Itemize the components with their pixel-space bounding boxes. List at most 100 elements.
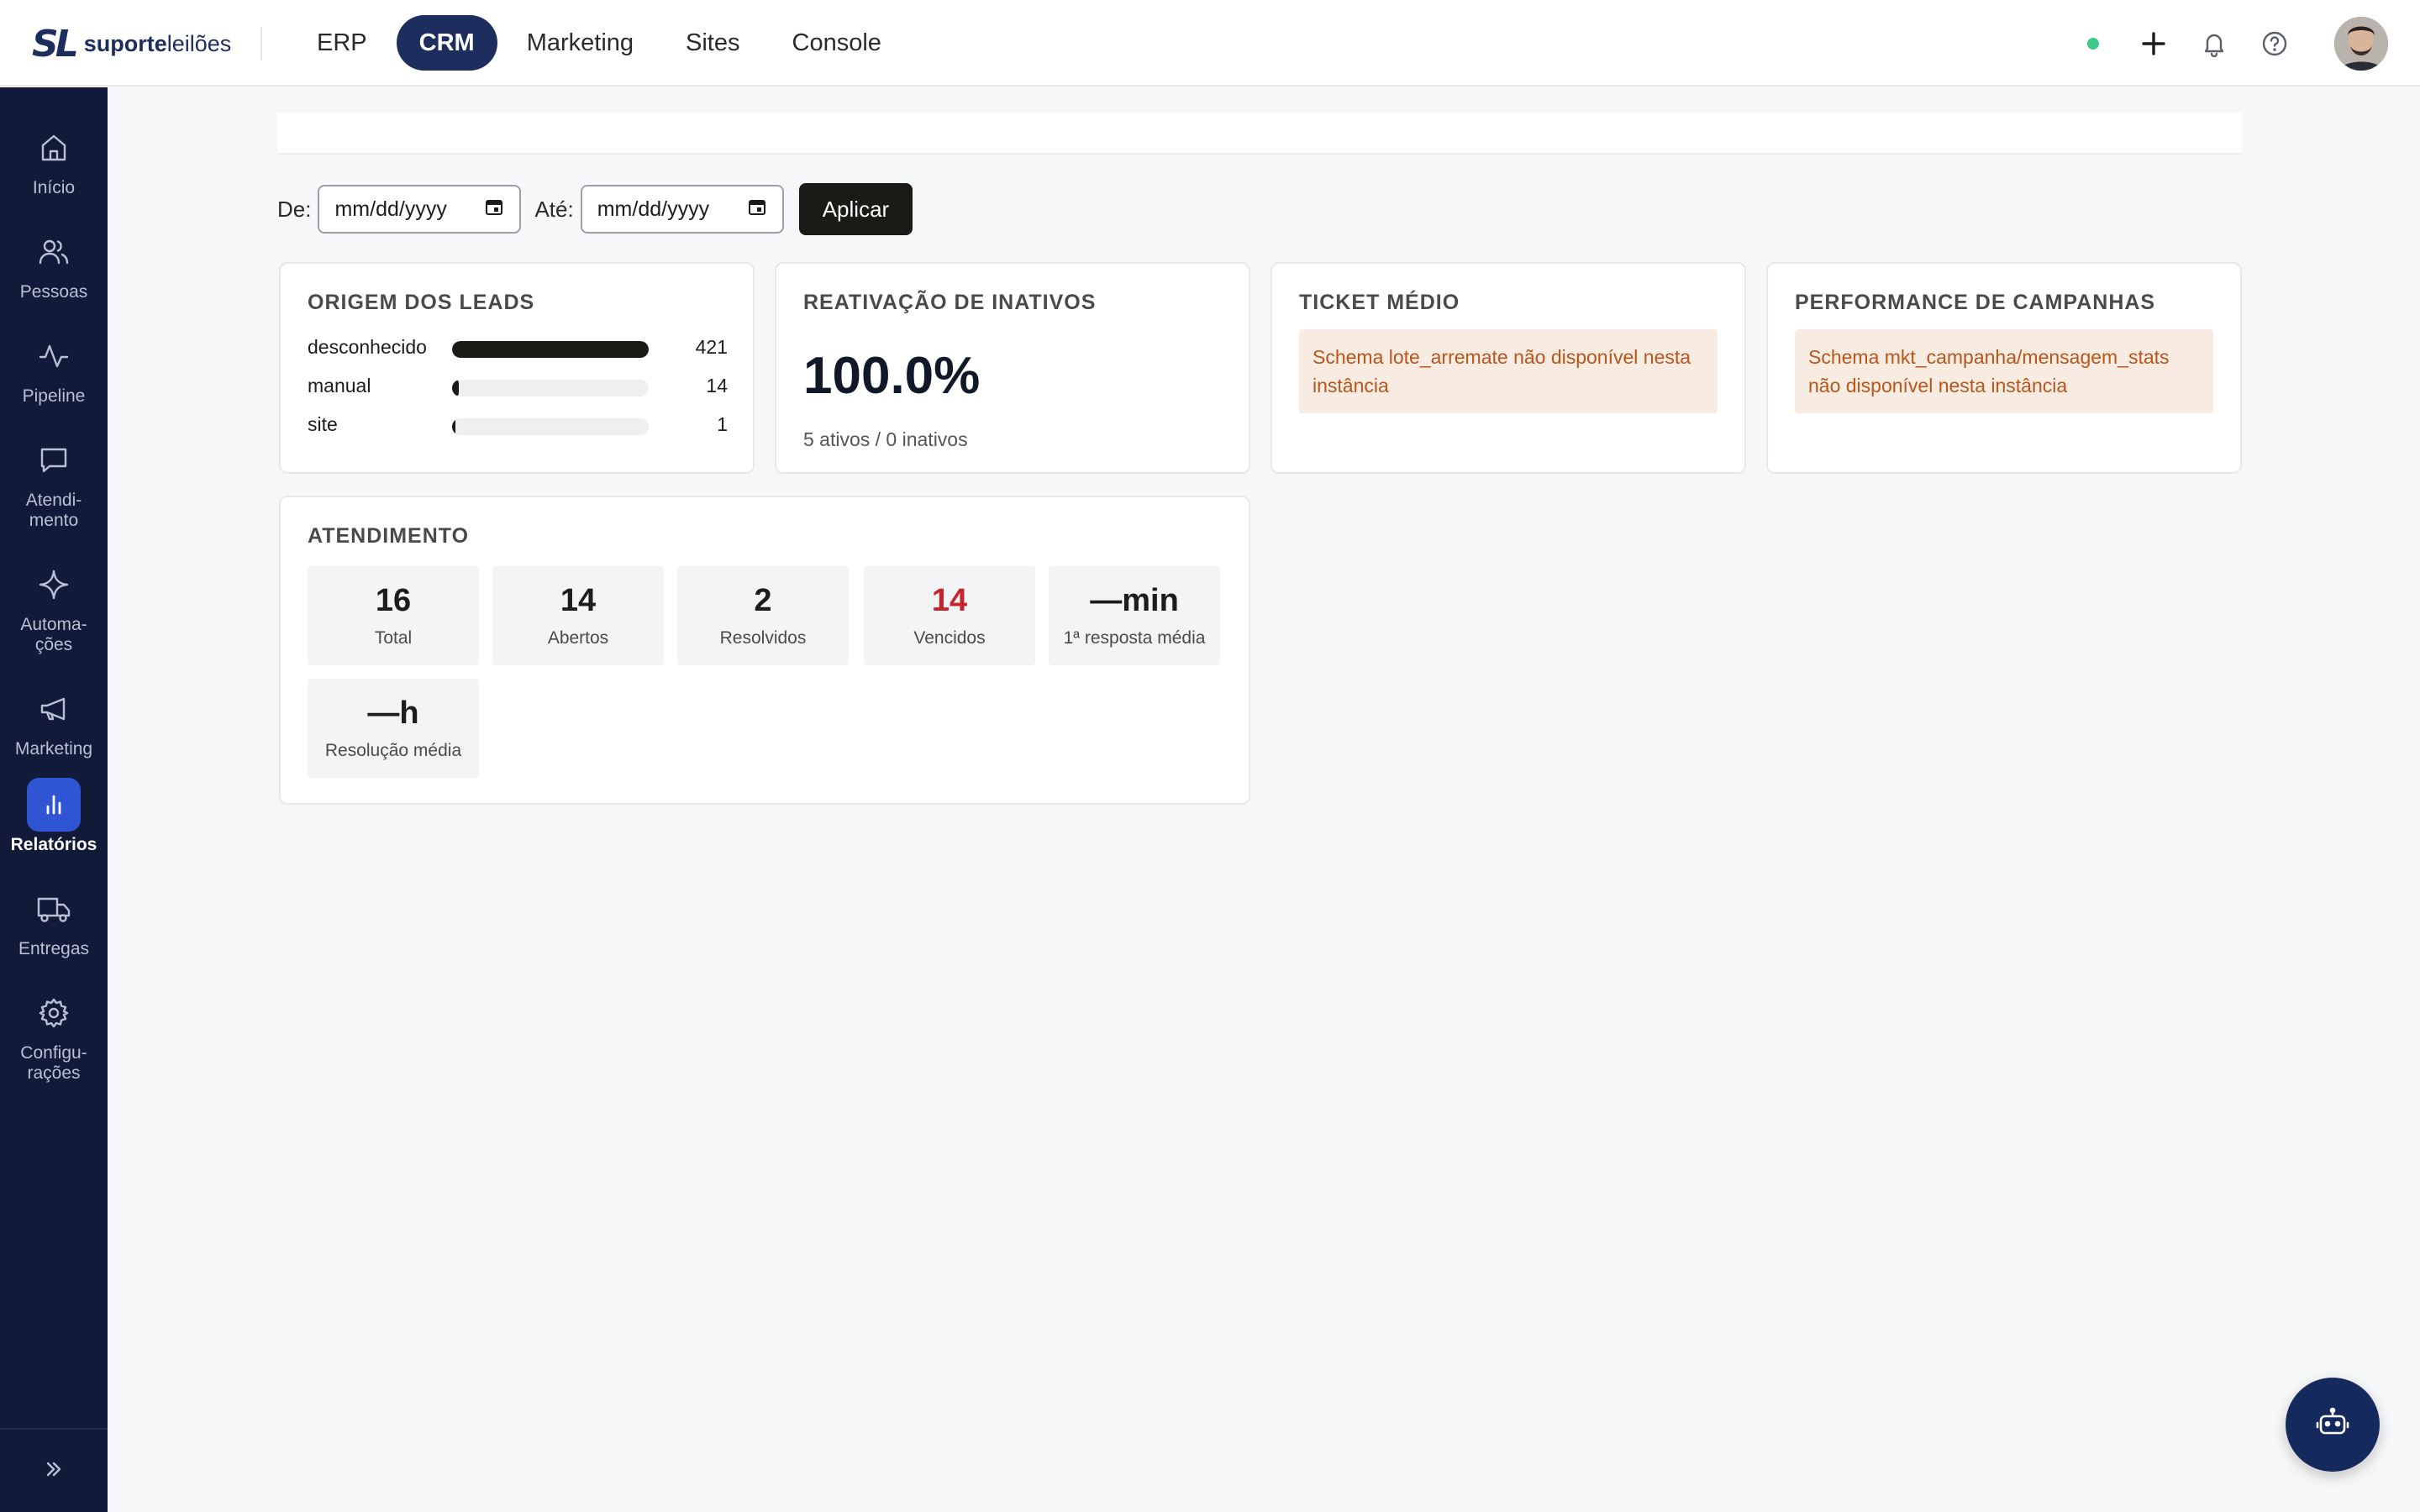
stat-label: Resolução média — [324, 741, 462, 760]
lead-bar-fill — [452, 380, 459, 396]
message-icon — [27, 433, 81, 487]
bot-icon — [2314, 1404, 2351, 1446]
nav-erp[interactable]: ERP — [294, 15, 390, 71]
apply-button[interactable]: Aplicar — [798, 183, 913, 235]
sidebar-item-label: Marketing — [14, 739, 93, 759]
truck-icon — [27, 882, 81, 936]
stat-open: 14 Abertos — [492, 566, 664, 665]
ticket-card: Ticket médio Schema lote_arremate não di… — [1270, 262, 1746, 474]
reactivation-value: 100.0% — [803, 347, 981, 405]
stat-label: Vencidos — [913, 628, 986, 648]
top-bar: SL suporteleilões ERP CRM Marketing Site… — [0, 0, 2420, 87]
lead-row: desconhecido 421 — [308, 334, 728, 360]
main-nav: ERP CRM Marketing Sites Console — [294, 15, 904, 71]
schema-warning: Schema lote_arremate não disponível nest… — [1299, 329, 1718, 413]
sidebar: Início Pessoas Pipeline Atendi- mento Au… — [0, 87, 108, 1512]
sidebar-item-pipeline[interactable]: Pipeline — [0, 329, 108, 407]
lead-bar-fill — [452, 418, 455, 435]
sidebar-item-marketing[interactable]: Marketing — [0, 682, 108, 759]
card-title: Origem dos leads — [308, 291, 535, 314]
tab-strip — [277, 113, 2242, 155]
lead-bar-fill — [452, 341, 649, 358]
card-title: Performance de campanhas — [1795, 291, 2156, 314]
sidebar-item-configuracoes[interactable]: Configu- rações — [0, 986, 108, 1084]
lead-count: 421 — [695, 336, 728, 358]
status-indicator — [2087, 38, 2099, 50]
lead-bar-track — [452, 341, 649, 358]
bell-icon[interactable] — [2198, 28, 2230, 60]
sidebar-item-inicio[interactable]: Início — [0, 121, 108, 198]
to-date-input[interactable]: mm/dd/yyyy — [580, 185, 784, 234]
from-label: De: — [277, 196, 312, 222]
stat-value: —h — [367, 696, 419, 731]
logo[interactable]: SL suporteleilões — [32, 23, 232, 66]
lead-bar-track — [452, 418, 649, 435]
lead-row: manual 14 — [308, 373, 728, 398]
lead-bar-track — [452, 380, 649, 396]
nav-sites[interactable]: Sites — [663, 15, 762, 71]
sidebar-item-label: Relatórios — [10, 835, 97, 854]
card-title: Atendimento — [308, 524, 470, 548]
card-title: Reativação de inativos — [803, 291, 1097, 314]
reactivation-card: Reativação de inativos 100.0% 5 ativos /… — [775, 262, 1250, 474]
stat-overdue: 14 Vencidos — [864, 566, 1035, 665]
activity-icon — [27, 329, 81, 383]
sidebar-item-relatorios[interactable]: Relatórios — [0, 778, 108, 855]
sidebar-item-label: Atendi- mento — [25, 491, 82, 530]
stat-label: Total — [374, 628, 413, 648]
leads-origin-card: Origem dos leads desconhecido 421 manual… — [279, 262, 755, 474]
stat-first-response: —min 1ª resposta média — [1049, 566, 1220, 665]
reactivation-subtext: 5 ativos / 0 inativos — [803, 428, 968, 450]
lead-source-label: site — [308, 413, 338, 435]
logo-text: suporteleilões — [83, 30, 232, 56]
sidebar-item-label: Configu- rações — [20, 1043, 87, 1083]
gear-icon — [27, 986, 81, 1040]
stat-label: 1ª resposta média — [1063, 628, 1206, 648]
megaphone-icon — [27, 682, 81, 736]
campaigns-card: Performance de campanhas Schema mkt_camp… — [1766, 262, 2242, 474]
nav-crm[interactable]: CRM — [396, 15, 497, 71]
sidebar-item-pessoas[interactable]: Pessoas — [0, 225, 108, 302]
calendar-icon[interactable] — [484, 197, 504, 223]
from-date-input[interactable]: mm/dd/yyyy — [318, 185, 522, 234]
help-icon[interactable] — [2259, 28, 2291, 60]
schema-warning: Schema mkt_campanha/mensagem_stats não d… — [1795, 329, 2213, 413]
sidebar-item-atendimento[interactable]: Atendi- mento — [0, 433, 108, 531]
stat-value: 16 — [375, 583, 412, 618]
sidebar-item-label: Automa- ções — [20, 615, 87, 654]
lead-row: site 1 — [308, 412, 728, 437]
card-title: Ticket médio — [1299, 291, 1460, 314]
stat-total: 16 Total — [308, 566, 479, 665]
sidebar-item-label: Início — [32, 178, 76, 197]
date-filters: De: mm/dd/yyyy Até: mm/dd/yyyy Aplicar — [277, 183, 913, 235]
sidebar-expand-button[interactable] — [0, 1428, 108, 1512]
stat-label: Resolvidos — [719, 628, 807, 648]
home-icon — [27, 121, 81, 175]
from-date-placeholder: mm/dd/yyyy — [334, 197, 447, 221]
divider — [260, 27, 262, 60]
stat-value: 14 — [931, 583, 968, 618]
top-actions — [2087, 17, 2388, 71]
sidebar-item-label: Entregas — [18, 939, 90, 958]
nav-console[interactable]: Console — [770, 15, 904, 71]
chevrons-right-icon — [43, 1458, 65, 1484]
plus-icon[interactable] — [2138, 28, 2170, 60]
assistant-button[interactable] — [2286, 1378, 2380, 1472]
sidebar-item-entregas[interactable]: Entregas — [0, 882, 108, 959]
stat-value: 2 — [754, 583, 772, 618]
to-label: Até: — [534, 196, 574, 222]
service-card: Atendimento 16 Total 14 Abertos 2 Resolv… — [279, 496, 1250, 805]
sidebar-item-label: Pipeline — [22, 386, 86, 406]
nav-marketing[interactable]: Marketing — [504, 15, 656, 71]
calendar-icon[interactable] — [747, 197, 767, 223]
lead-count: 14 — [706, 375, 728, 396]
bar-chart-icon — [27, 778, 81, 832]
stat-value: 14 — [560, 583, 597, 618]
users-icon — [27, 225, 81, 279]
sidebar-item-automacoes[interactable]: Automa- ções — [0, 558, 108, 655]
lead-count: 1 — [717, 413, 728, 435]
stat-resolution-time: —h Resolução média — [308, 679, 479, 778]
lead-source-label: desconhecido — [308, 336, 427, 358]
avatar[interactable] — [2334, 17, 2388, 71]
lead-source-label: manual — [308, 375, 371, 396]
